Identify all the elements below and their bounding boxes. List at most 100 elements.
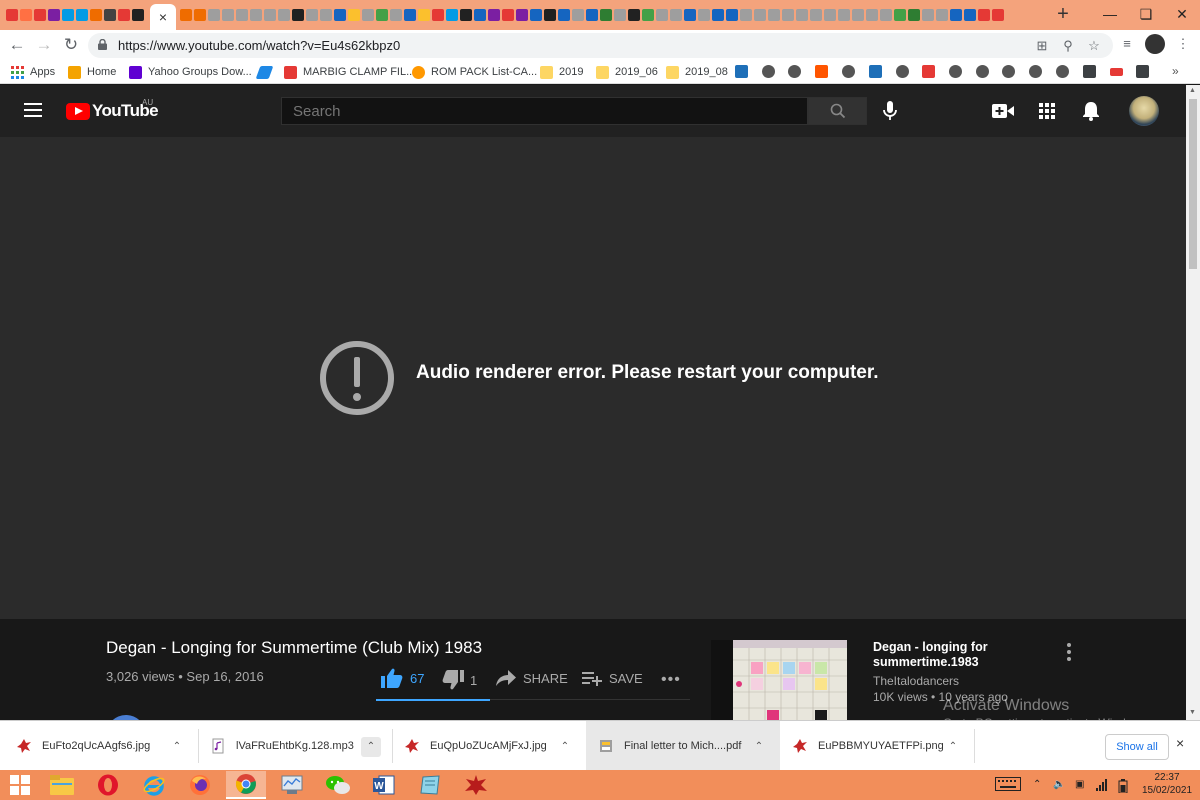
tab-favicon-icon[interactable]: [628, 9, 640, 21]
bookmark-blue[interactable]: [255, 64, 277, 80]
search-button[interactable]: [808, 97, 867, 125]
tab-favicon-icon[interactable]: [20, 9, 32, 21]
tab-favicon-icon[interactable]: [544, 9, 556, 21]
dislike-button[interactable]: 1: [442, 670, 477, 690]
media-control-icon[interactable]: ≡: [1117, 34, 1137, 54]
globe-icon[interactable]: [1056, 65, 1069, 78]
recommended-channel[interactable]: TheItalodancers: [873, 674, 959, 688]
install-icon[interactable]: ⊞: [1033, 37, 1051, 55]
tab-favicon-icon[interactable]: [726, 9, 738, 21]
taskbar-word[interactable]: W: [364, 771, 404, 799]
taskbar-notes[interactable]: [410, 771, 450, 799]
tab-favicon-icon[interactable]: [586, 9, 598, 21]
tab-favicon-icon[interactable]: [264, 9, 276, 21]
tab-favicon-icon[interactable]: [474, 9, 486, 21]
network-icon[interactable]: ▣: [1075, 779, 1084, 790]
tab-favicon-icon[interactable]: [810, 9, 822, 21]
tab-favicon-icon[interactable]: [880, 9, 892, 21]
apps-grid-icon[interactable]: [1035, 99, 1059, 123]
profile-avatar[interactable]: [1145, 34, 1165, 54]
tab-favicon-icon[interactable]: [460, 9, 472, 21]
taskbar-opera[interactable]: [88, 771, 128, 799]
back-icon[interactable]: ←: [6, 34, 28, 56]
tab-favicon-icon[interactable]: [6, 9, 18, 21]
tab-favicon-icon[interactable]: [362, 9, 374, 21]
tab-favicon-icon[interactable]: [208, 9, 220, 21]
soundcloud-icon[interactable]: [815, 65, 828, 78]
tab-favicon-icon[interactable]: [698, 9, 710, 21]
chevron-up-icon[interactable]: ⌃: [555, 737, 575, 757]
more-actions-icon[interactable]: •••: [661, 671, 681, 689]
windows-start-button[interactable]: [0, 771, 40, 799]
tab-favicon-icon[interactable]: [118, 9, 130, 21]
bookmark-rom-pack[interactable]: ROM PACK List-CA...: [412, 64, 537, 80]
tab-favicon-icon[interactable]: [404, 9, 416, 21]
bookmark-folder-2019-08[interactable]: 2019_08: [666, 64, 728, 80]
new-tab-button[interactable]: +: [1052, 3, 1074, 26]
clock-time[interactable]: 22:37: [1150, 772, 1184, 783]
restore-icon[interactable]: ❏: [1128, 0, 1164, 30]
bookmark-marbig[interactable]: MARBIG CLAMP FIL...: [284, 64, 415, 80]
tab-favicon-icon[interactable]: [334, 9, 346, 21]
search-input[interactable]: [281, 97, 808, 125]
globe-icon[interactable]: [976, 65, 989, 78]
page-scrollbar[interactable]: ▲ ▼: [1186, 85, 1200, 720]
close-window-icon[interactable]: ✕: [1164, 0, 1200, 30]
bookmark-folder-2019[interactable]: 2019: [540, 64, 583, 80]
chevron-up-icon[interactable]: ⌃: [943, 737, 963, 757]
tab-favicon-icon[interactable]: [670, 9, 682, 21]
tab-favicon-icon[interactable]: [950, 9, 962, 21]
download-item[interactable]: EuPBBMYUYAETFPi.png: [792, 721, 944, 771]
tab-favicon-icon[interactable]: [516, 9, 528, 21]
reload-icon[interactable]: ↻: [60, 34, 82, 56]
battery-icon[interactable]: [1118, 779, 1128, 796]
tab-favicon-icon[interactable]: [558, 9, 570, 21]
clock-date[interactable]: 15/02/2021: [1138, 785, 1196, 796]
taskbar-firefox[interactable]: [180, 771, 220, 799]
wifi-signal-icon[interactable]: [1096, 779, 1108, 794]
tab-favicon-icon[interactable]: [502, 9, 514, 21]
tab-favicon-icon[interactable]: [348, 9, 360, 21]
tab-favicon-icon[interactable]: [852, 9, 864, 21]
globe-icon[interactable]: [842, 65, 855, 78]
tab-favicon-icon[interactable]: [62, 9, 74, 21]
bookmark-home[interactable]: Home: [68, 64, 116, 80]
tab-favicon-icon[interactable]: [684, 9, 696, 21]
chevron-up-icon[interactable]: ⌃: [361, 737, 381, 757]
tab-favicon-icon[interactable]: [222, 9, 234, 21]
save-button[interactable]: SAVE: [582, 670, 643, 686]
keyboard-icon[interactable]: [995, 777, 1021, 794]
tab-favicon-icon[interactable]: [894, 9, 906, 21]
tab-favicon-icon[interactable]: [922, 9, 934, 21]
tab-favicon-icon[interactable]: [104, 9, 116, 21]
tab-favicon-icon[interactable]: [488, 9, 500, 21]
video-player[interactable]: Audio renderer error. Please restart you…: [0, 137, 1186, 619]
bookmark-star-icon[interactable]: ☆: [1085, 37, 1103, 55]
volume-icon[interactable]: 🔈: [1053, 779, 1065, 790]
scroll-up-icon[interactable]: ▲: [1189, 87, 1196, 94]
download-item[interactable]: EuFto2qUcAAgfs6.jpg: [16, 721, 150, 771]
create-video-icon[interactable]: [991, 99, 1015, 123]
tab-favicon-icon[interactable]: [180, 9, 192, 21]
globe-icon[interactable]: [1002, 65, 1015, 78]
yahoo-y-icon[interactable]: [1110, 68, 1123, 76]
menu-dots-icon[interactable]: ⋮: [1173, 34, 1193, 54]
hi-icon[interactable]: [922, 65, 935, 78]
taskbar-system-app[interactable]: [272, 771, 312, 799]
tab-favicon-icon[interactable]: [740, 9, 752, 21]
show-hidden-icons-chevron[interactable]: ⌃: [1033, 779, 1041, 790]
tab-favicon-icon[interactable]: [614, 9, 626, 21]
recommended-title[interactable]: Degan - longing for summertime.1983: [873, 640, 1013, 670]
notifications-bell-icon[interactable]: [1079, 99, 1103, 123]
tab-favicon-icon[interactable]: [320, 9, 332, 21]
download-item[interactable]: EuQpUoZUcAMjFxJ.jpg: [404, 721, 547, 771]
tab-favicon-icon[interactable]: [90, 9, 102, 21]
tab-favicon-icon[interactable]: [390, 9, 402, 21]
tab-favicon-icon[interactable]: [530, 9, 542, 21]
minimize-icon[interactable]: —: [1092, 0, 1128, 30]
tab-favicon-icon[interactable]: [838, 9, 850, 21]
show-all-downloads-button[interactable]: Show all: [1105, 734, 1169, 760]
taskbar-wechat[interactable]: [318, 771, 358, 799]
bookmark-folder-2019-06[interactable]: 2019_06: [596, 64, 658, 80]
like-button[interactable]: 67: [381, 668, 424, 688]
